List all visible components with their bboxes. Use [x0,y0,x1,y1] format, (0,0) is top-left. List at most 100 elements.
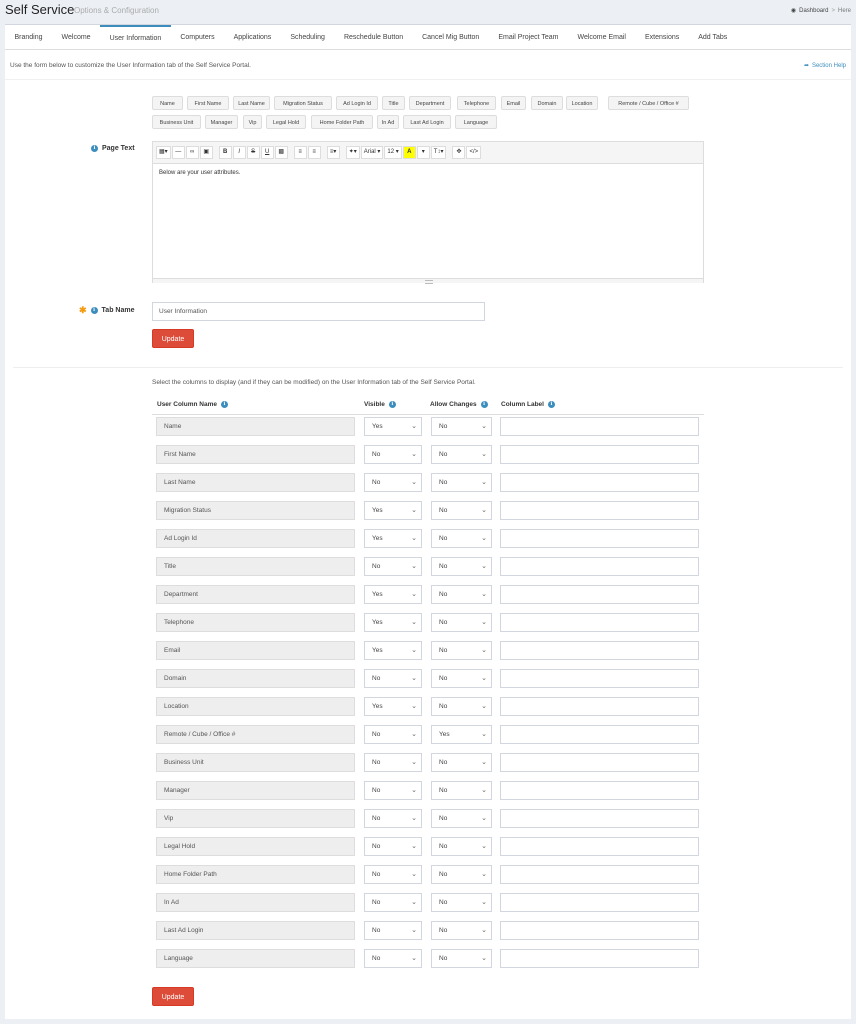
column-label-input[interactable] [500,837,699,856]
align-icon[interactable]: ≡▾ [326,146,340,159]
info-icon[interactable]: i [388,401,396,408]
allow-changes-select[interactable]: No ⌄ [431,669,492,688]
color-dropdown-icon[interactable]: ▾ [416,146,430,159]
token-title[interactable]: Title [382,96,405,110]
token-business-unit[interactable]: Business Unit [152,115,201,129]
allow-changes-select[interactable]: Yes ⌄ [431,725,492,744]
update-columns-button[interactable]: Update [152,987,194,1006]
code-view-icon[interactable]: </> [466,146,482,159]
allow-changes-select[interactable]: No ⌄ [431,417,492,436]
tab-email-project-team[interactable]: Email Project Team [489,25,568,49]
allow-changes-select[interactable]: No ⌄ [431,529,492,548]
visible-select[interactable]: No ⌄ [364,753,422,772]
tab-user-information[interactable]: User Information [100,25,171,49]
visible-select[interactable]: No ⌄ [364,557,422,576]
visible-select[interactable]: No ⌄ [364,921,422,940]
visible-select[interactable]: No ⌄ [364,781,422,800]
ordered-list-icon[interactable]: ≡ [307,146,321,159]
column-label-input[interactable] [500,809,699,828]
token-migration-status[interactable]: Migration Status [274,96,332,110]
token-email[interactable]: Email [501,96,526,110]
column-label-input[interactable] [500,697,699,716]
token-telephone[interactable]: Telephone [457,96,496,110]
visible-select[interactable]: No ⌄ [364,725,422,744]
column-label-input[interactable] [500,529,699,548]
info-icon[interactable]: i [90,307,98,314]
tab-branding[interactable]: Branding [5,25,52,49]
column-label-input[interactable] [500,473,699,492]
visible-select[interactable]: Yes ⌄ [364,417,422,436]
token-domain[interactable]: Domain [531,96,563,110]
tab-name-input[interactable]: User Information [152,302,485,321]
tab-cancel-mig-button[interactable]: Cancel Mig Button [413,25,489,49]
table-icon[interactable]: ▦▾ [156,146,171,159]
visible-select[interactable]: No ⌄ [364,473,422,492]
column-label-input[interactable] [500,921,699,940]
editor-body[interactable]: Below are your user attributes. [153,164,703,278]
column-label-input[interactable] [500,725,699,744]
editor-resize-handle[interactable] [153,278,703,284]
fullscreen-icon[interactable]: ✥ [452,146,466,159]
visible-select[interactable]: Yes ⌄ [364,501,422,520]
visible-select[interactable]: Yes ⌄ [364,641,422,660]
allow-changes-select[interactable]: No ⌄ [431,921,492,940]
token-last-ad-login[interactable]: Last Ad Login [403,115,451,129]
visible-select[interactable]: No ⌄ [364,949,422,968]
allow-changes-select[interactable]: No ⌄ [431,585,492,604]
tab-welcome[interactable]: Welcome [52,25,100,49]
allow-changes-select[interactable]: No ⌄ [431,865,492,884]
visible-select[interactable]: No ⌄ [364,865,422,884]
visible-select[interactable]: No ⌄ [364,445,422,464]
visible-select[interactable]: Yes ⌄ [364,529,422,548]
breadcrumb-dashboard[interactable]: Dashboard [799,8,828,14]
tab-extensions[interactable]: Extensions [635,25,688,49]
token-legal-hold[interactable]: Legal Hold [266,115,306,129]
allow-changes-select[interactable]: No ⌄ [431,893,492,912]
text-height-icon[interactable]: T↕▾ [430,146,447,159]
strikethrough-icon[interactable]: S [246,146,260,159]
underline-icon[interactable]: U [260,146,274,159]
tab-reschedule-button[interactable]: Reschedule Button [334,25,412,49]
info-icon[interactable]: i [91,145,98,152]
token-first-name[interactable]: First Name [187,96,229,110]
tab-welcome-email[interactable]: Welcome Email [568,25,636,49]
visible-select[interactable]: Yes ⌄ [364,585,422,604]
visible-select[interactable]: Yes ⌄ [364,613,422,632]
column-label-input[interactable] [500,613,699,632]
info-icon[interactable]: i [480,401,488,408]
allow-changes-select[interactable]: No ⌄ [431,837,492,856]
visible-select[interactable]: No ⌄ [364,809,422,828]
font-size-select[interactable]: 12 ▾ [384,146,402,159]
font-family-select[interactable]: Arial ▾ [360,146,384,159]
allow-changes-select[interactable]: No ⌄ [431,473,492,492]
info-icon[interactable]: i [220,401,228,408]
tab-scheduling[interactable]: Scheduling [281,25,335,49]
token-ad-login-id[interactable]: Ad Login Id [336,96,378,110]
allow-changes-select[interactable]: No ⌄ [431,613,492,632]
allow-changes-select[interactable]: No ⌄ [431,641,492,660]
column-label-input[interactable] [500,585,699,604]
allow-changes-select[interactable]: No ⌄ [431,697,492,716]
tab-applications[interactable]: Applications [224,25,281,49]
column-label-input[interactable] [500,557,699,576]
allow-changes-select[interactable]: No ⌄ [431,445,492,464]
token-last-name[interactable]: Last Name [233,96,270,110]
token-language[interactable]: Language [455,115,497,129]
token-location[interactable]: Location [566,96,598,110]
magic-style-icon[interactable]: ✦▾ [345,146,360,159]
column-label-input[interactable] [500,445,699,464]
tab-add-tabs[interactable]: Add Tabs [689,25,737,49]
highlight-color-icon[interactable]: A [402,146,416,159]
column-label-input[interactable] [500,949,699,968]
tab-computers[interactable]: Computers [171,25,224,49]
allow-changes-select[interactable]: No ⌄ [431,501,492,520]
column-label-input[interactable] [500,865,699,884]
column-label-input[interactable] [500,781,699,800]
token-home-folder-path[interactable]: Home Folder Path [311,115,373,129]
link-icon[interactable]: ∞ [185,146,199,159]
token-name[interactable]: Name [152,96,183,110]
allow-changes-select[interactable]: No ⌄ [431,557,492,576]
image-icon[interactable]: ▣ [199,146,213,159]
horizontal-rule-icon[interactable]: — [171,146,185,159]
token-department[interactable]: Department [409,96,451,110]
